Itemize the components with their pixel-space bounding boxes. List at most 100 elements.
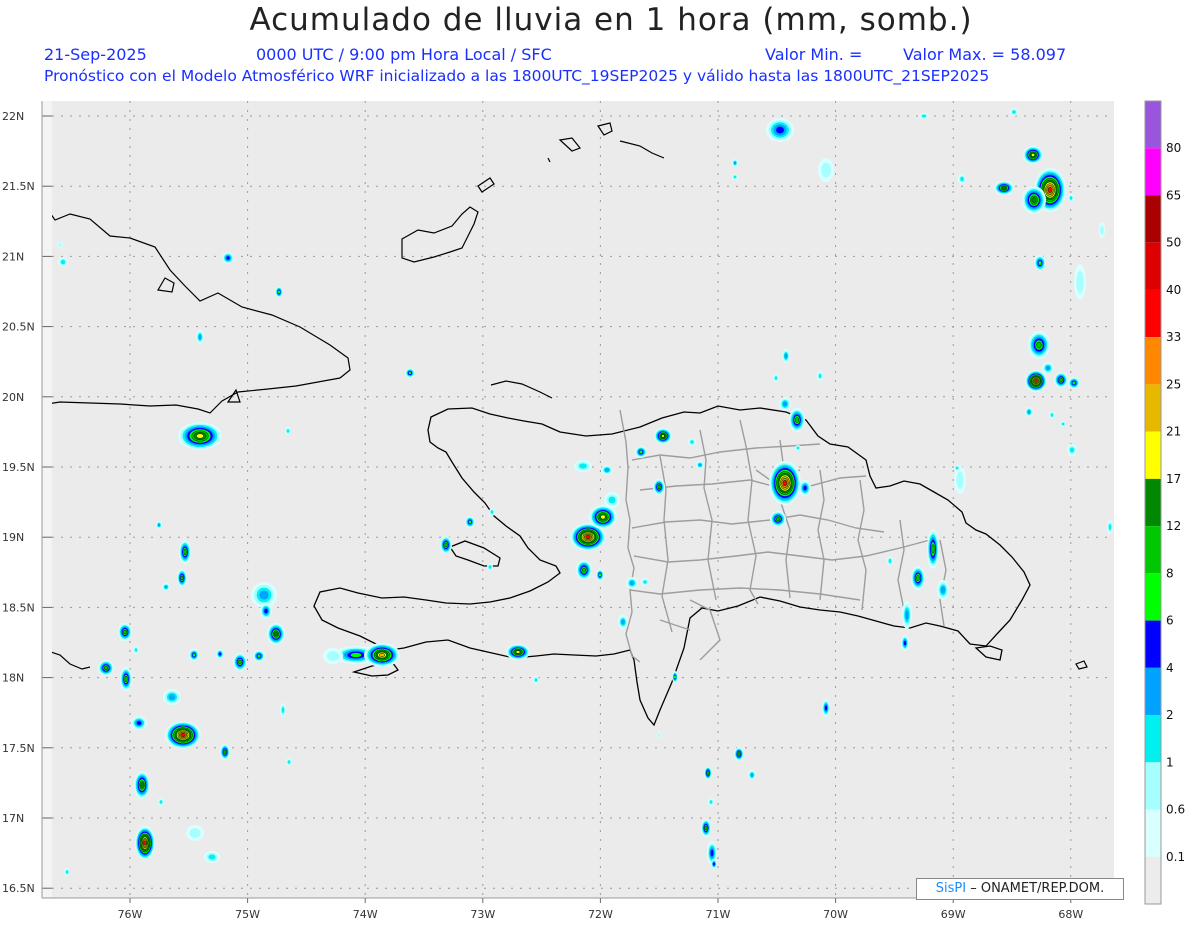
colorbar-label: 25 xyxy=(1166,377,1181,391)
colorbar-segment xyxy=(1145,573,1161,621)
rain-cell xyxy=(163,689,181,705)
rain-cell xyxy=(782,349,790,363)
rain-cell xyxy=(1074,264,1086,300)
rain-cell xyxy=(654,428,672,444)
rain-cell xyxy=(323,648,343,664)
rain-cell xyxy=(179,540,191,564)
colorbar-label: 33 xyxy=(1166,330,1181,344)
rain-cell xyxy=(165,721,201,749)
colorbar-segment xyxy=(1145,148,1161,196)
colorbar-segment xyxy=(1145,101,1161,149)
rain-cell xyxy=(440,536,452,554)
rain-cell xyxy=(641,578,649,586)
lat-label: 17.5N xyxy=(2,742,35,755)
rain-cell xyxy=(162,583,170,591)
rain-cell xyxy=(204,851,220,863)
lat-label: 18N xyxy=(2,672,24,685)
rain-cell xyxy=(1049,411,1055,419)
colorbar-label: 12 xyxy=(1166,519,1181,533)
lon-label: 76W xyxy=(118,908,143,921)
colorbar-label: 50 xyxy=(1166,236,1181,250)
colorbar-segment xyxy=(1145,289,1161,338)
rain-cell xyxy=(902,601,912,629)
rain-cell xyxy=(267,623,285,645)
colorbar-label: 1 xyxy=(1166,755,1174,769)
rain-cell xyxy=(506,644,530,660)
colorbar-segment xyxy=(1145,526,1161,574)
rain-cell xyxy=(1010,108,1018,116)
colorbar-label: 40 xyxy=(1166,283,1181,297)
rain-cell xyxy=(177,569,187,587)
colorbar-segment xyxy=(1145,478,1161,527)
rain-cell xyxy=(657,732,661,738)
rain-cell xyxy=(286,758,292,766)
colorbar-label: 8 xyxy=(1166,566,1174,580)
rainfall-map: 22N 21.5N 21N 20.5N 20N 19.5N 19N 18.5N 18N 17.5N… xyxy=(2,100,1185,921)
rain-cell xyxy=(222,252,234,264)
rain-cell xyxy=(604,492,620,508)
colorbar-segment xyxy=(1145,431,1161,479)
rain-cell xyxy=(364,643,400,667)
rain-cell xyxy=(1034,255,1046,271)
colorbar-segment xyxy=(1145,384,1161,432)
rain-cell xyxy=(911,566,925,590)
rain-cell xyxy=(57,242,63,248)
rain-cell xyxy=(927,529,939,569)
rain-cell xyxy=(487,563,493,571)
colorbar-segment xyxy=(1145,856,1161,904)
rain-cell xyxy=(822,699,830,717)
rain-cell xyxy=(653,479,665,495)
rain-cell xyxy=(799,480,811,496)
credit-box: SisPI – ONAMET/REP.DOM. xyxy=(916,878,1124,900)
lon-label: 69W xyxy=(941,908,966,921)
rain-cell xyxy=(817,371,823,381)
rain-cell xyxy=(766,118,794,142)
colorbar-label: 4 xyxy=(1166,661,1174,675)
rain-cell xyxy=(954,465,960,471)
rain-cell xyxy=(887,556,893,566)
rain-cell xyxy=(275,286,283,298)
rain-cell xyxy=(748,770,756,780)
rain-cell xyxy=(118,623,132,641)
rain-cell xyxy=(672,671,678,683)
colorbar-label: 21 xyxy=(1166,425,1181,439)
rain-cell xyxy=(1025,407,1033,417)
colorbar-label: 17 xyxy=(1166,472,1181,486)
rain-cell xyxy=(589,505,617,529)
rain-cell xyxy=(704,766,712,780)
colorbar-segment xyxy=(1145,809,1161,857)
lon-label: 72W xyxy=(588,908,613,921)
rain-cell xyxy=(618,615,628,629)
lat-label: 22N xyxy=(2,110,24,123)
lat-label: 19N xyxy=(2,531,24,544)
rain-cell xyxy=(280,703,286,717)
rain-cell xyxy=(1060,421,1066,427)
rain-cell xyxy=(220,744,230,760)
rain-cell xyxy=(601,465,613,475)
rain-cell xyxy=(919,113,929,119)
colorbar-label: 65 xyxy=(1166,188,1181,202)
rain-cell xyxy=(779,397,791,411)
rain-cell xyxy=(818,158,834,182)
lat-label: 21N xyxy=(2,250,24,263)
rain-cell xyxy=(732,174,738,180)
rain-cell xyxy=(1054,372,1068,388)
colorbar-segment xyxy=(1145,242,1161,290)
rain-cell xyxy=(216,649,224,659)
colorbar-label: 0.1 xyxy=(1166,850,1185,864)
rain-cell xyxy=(64,868,70,876)
colorbar-label: 80 xyxy=(1166,141,1181,155)
rain-cell xyxy=(596,569,604,581)
rain-cell xyxy=(465,516,475,528)
rain-cell xyxy=(574,460,592,472)
rain-cell xyxy=(120,667,132,691)
rain-cell xyxy=(732,159,738,167)
rain-cell xyxy=(285,427,291,435)
rain-cell xyxy=(937,580,949,600)
colorbar-segment xyxy=(1145,715,1161,763)
rain-cell xyxy=(901,635,909,651)
rain-cell xyxy=(405,368,415,378)
lon-label: 74W xyxy=(353,908,378,921)
rain-cell xyxy=(773,374,779,382)
colorbar-segment xyxy=(1145,667,1161,716)
